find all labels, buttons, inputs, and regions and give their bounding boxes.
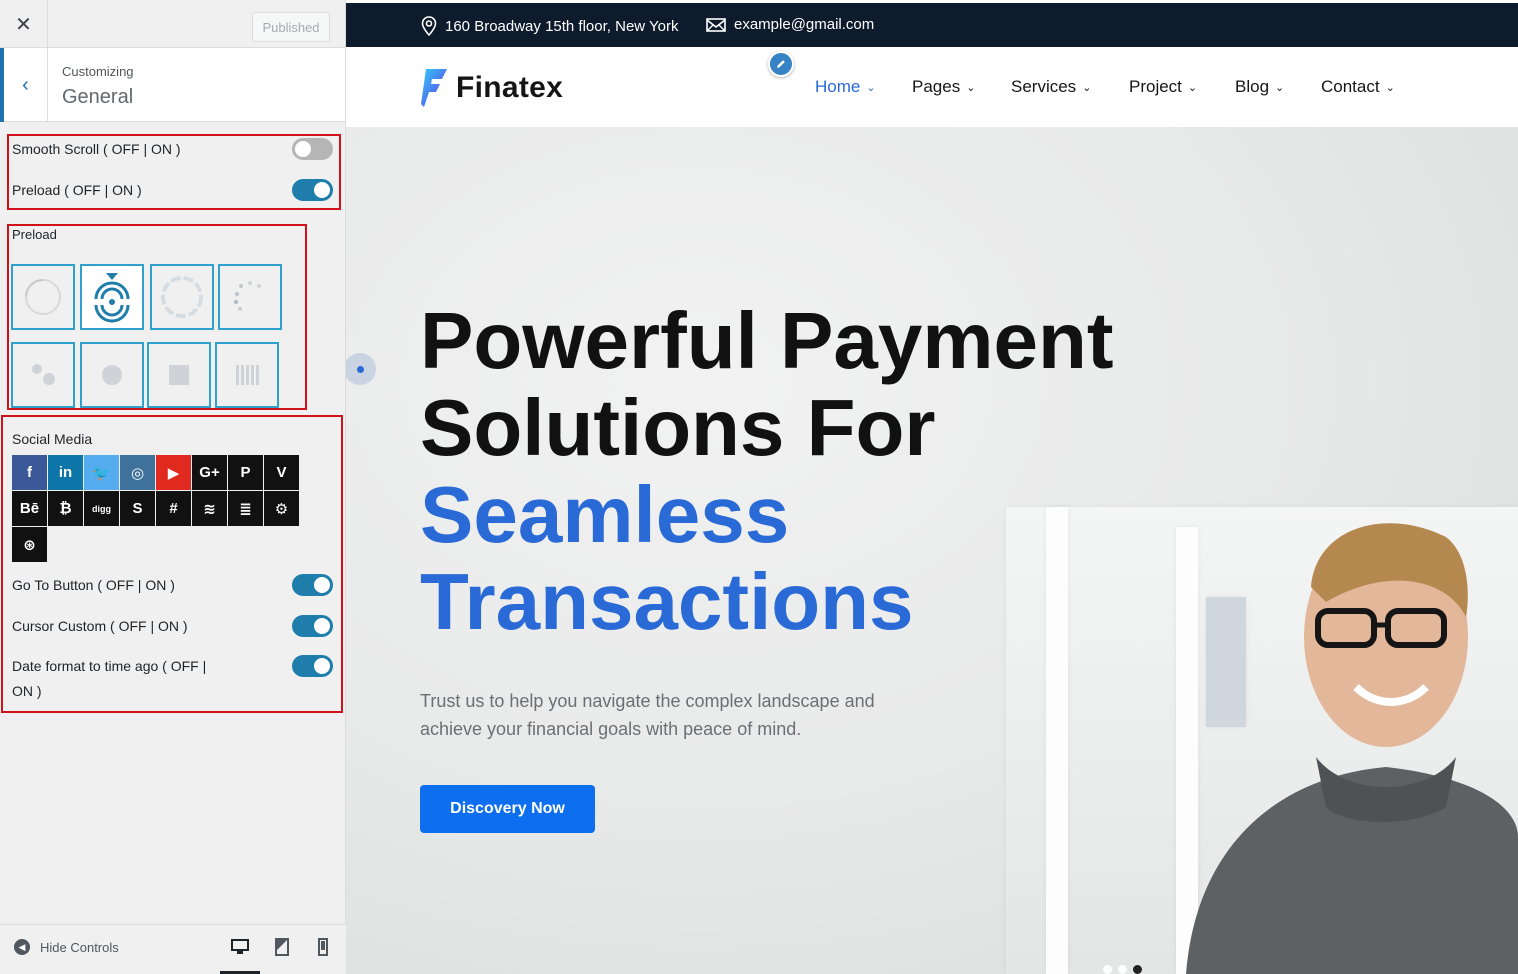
facebook-icon[interactable]: f	[12, 455, 47, 490]
person-photo	[1186, 523, 1518, 974]
steam-icon[interactable]: ⚙	[264, 491, 299, 526]
collapse-arrow-icon: ◀	[14, 939, 30, 955]
nav-contact[interactable]: Contact ⌄	[1321, 77, 1395, 97]
date-format-label-line2: ON )	[12, 683, 42, 699]
published-button[interactable]: Published	[252, 12, 330, 42]
preload-toggle-label: Preload ( OFF | ON )	[12, 182, 142, 198]
nav-home[interactable]: Home ⌄	[815, 77, 876, 97]
hero-title-line1: Powerful Payment	[420, 296, 1114, 385]
edit-pencil-icon[interactable]	[768, 51, 794, 77]
section-title: General	[62, 86, 134, 108]
chevron-down-icon: ⌄	[1385, 81, 1395, 94]
hero-section: Powerful Payment Solutions For Seamless …	[346, 127, 1518, 974]
slider-dot[interactable]	[1103, 965, 1112, 974]
smooth-scroll-toggle[interactable]	[292, 138, 333, 160]
back-arrow-icon[interactable]: ‹	[0, 48, 48, 122]
preload-style-pulse-dot[interactable]	[80, 342, 144, 408]
slider-dot[interactable]	[1118, 965, 1127, 974]
cursor-custom-label: Cursor Custom ( OFF | ON )	[12, 618, 188, 634]
hero-title-line4: Transactions	[420, 557, 914, 646]
linkedin-icon[interactable]: in	[48, 455, 83, 490]
preload-style-spinner-rings[interactable]	[80, 264, 144, 330]
go-to-button-toggle[interactable]	[292, 574, 333, 596]
finatex-logo-icon	[421, 69, 447, 107]
chevron-down-icon: ⌄	[966, 81, 976, 94]
site-navbar: Finatex Home ⌄ Pages ⌄ Services ⌄ Project ⌄ …	[346, 47, 1518, 127]
digg-icon[interactable]: digg	[84, 491, 119, 526]
bitcoin-icon[interactable]: ₿	[48, 491, 83, 526]
chevron-down-icon: ⌄	[866, 81, 876, 94]
envelope-icon	[706, 17, 726, 32]
smooth-scroll-label: Smooth Scroll ( OFF | ON )	[12, 141, 181, 157]
section-header: ‹ Customizing General	[0, 48, 345, 122]
nav-project-label: Project	[1129, 77, 1182, 96]
customizer-resize-handle[interactable]	[346, 353, 376, 385]
customizing-label: Customizing	[62, 64, 134, 79]
preload-style-spinner-circle-dashed[interactable]	[150, 264, 214, 330]
preload-style-bouncing-dots[interactable]	[11, 342, 75, 408]
date-format-toggle[interactable]	[292, 655, 333, 677]
hero-title-line3: Seamless	[420, 470, 790, 559]
preload-style-bars[interactable]	[215, 342, 279, 408]
nav-services[interactable]: Services ⌄	[1011, 77, 1091, 97]
customizer-sidebar: ✕ Published ‹ Customizing General Smooth…	[0, 0, 346, 974]
stack-overflow-icon[interactable]: ≣	[228, 491, 263, 526]
nav-home-label: Home	[815, 77, 861, 96]
logo-text: Finatex	[456, 71, 564, 104]
hero-title: Powerful Payment Solutions For Seamless …	[420, 297, 1114, 645]
nav-blog-label: Blog	[1235, 77, 1270, 96]
preload-label: Preload	[12, 227, 57, 242]
close-icon[interactable]: ✕	[0, 0, 48, 48]
date-format-label: Date format to time ago ( OFF |	[12, 658, 207, 674]
preload-style-spinner-arc[interactable]	[11, 264, 75, 330]
dribbble-icon[interactable]: ⊛	[12, 527, 47, 562]
customizer-header: ✕ Published	[0, 0, 345, 48]
location-pin-icon	[421, 16, 437, 36]
preload-style-square[interactable]	[147, 342, 211, 408]
nav-pages[interactable]: Pages ⌄	[912, 77, 975, 97]
discovery-now-button[interactable]: Discovery Now	[420, 785, 595, 833]
behance-icon[interactable]: Bē	[12, 491, 47, 526]
google-plus-icon[interactable]: G+	[192, 455, 227, 490]
hero-subtitle: Trust us to help you navigate the comple…	[420, 691, 875, 739]
nav-project[interactable]: Project ⌄	[1129, 77, 1197, 97]
address-text: 160 Broadway 15th floor, New York	[445, 17, 679, 35]
hide-controls-button[interactable]: ◀ Hide Controls	[14, 939, 119, 955]
youtube-icon[interactable]: ▶	[156, 455, 191, 490]
chevron-down-icon: ⌄	[1187, 81, 1198, 94]
address-item: 160 Broadway 15th floor, New York	[421, 16, 678, 36]
skype-icon[interactable]: S	[120, 491, 155, 526]
nav-contact-label: Contact	[1321, 77, 1380, 96]
tablet-icon[interactable]	[272, 937, 292, 957]
nav-pages-label: Pages	[912, 77, 961, 96]
chevron-down-icon: ⌄	[1082, 81, 1092, 94]
slider-dot-active[interactable]	[1133, 965, 1142, 974]
preload-toggle[interactable]	[292, 179, 333, 201]
preload-style-spinner-dots[interactable]	[218, 264, 282, 330]
go-to-button-label: Go To Button ( OFF | ON )	[12, 577, 175, 593]
email-text: example@gmail.com	[734, 16, 875, 33]
cursor-custom-toggle[interactable]	[292, 615, 333, 637]
mobile-icon[interactable]	[313, 937, 333, 957]
slider-dots	[1103, 965, 1142, 974]
chevron-down-icon: ⌄	[1275, 81, 1285, 94]
customizer-footer: ◀ Hide Controls	[0, 924, 346, 974]
vimeo-icon[interactable]: V	[264, 455, 299, 490]
slack-icon[interactable]: #	[156, 491, 191, 526]
email-item[interactable]: example@gmail.com	[706, 16, 874, 33]
instagram-icon[interactable]: ◎	[120, 455, 155, 490]
twitter-icon[interactable]: 🐦	[84, 455, 119, 490]
nav-services-label: Services	[1011, 77, 1077, 96]
social-media-label: Social Media	[12, 431, 93, 447]
site-preview: 160 Broadway 15th floor, New York exampl…	[346, 0, 1518, 974]
hide-controls-label: Hide Controls	[40, 939, 119, 955]
site-logo[interactable]: Finatex	[420, 67, 563, 109]
site-topbar: 160 Broadway 15th floor, New York exampl…	[346, 3, 1518, 47]
spotify-icon[interactable]: ≋	[192, 491, 227, 526]
pinterest-icon[interactable]: P	[228, 455, 263, 490]
nav-blog[interactable]: Blog ⌄	[1235, 77, 1284, 97]
desktop-icon[interactable]	[230, 937, 250, 957]
hero-title-line2: Solutions For	[420, 383, 936, 472]
